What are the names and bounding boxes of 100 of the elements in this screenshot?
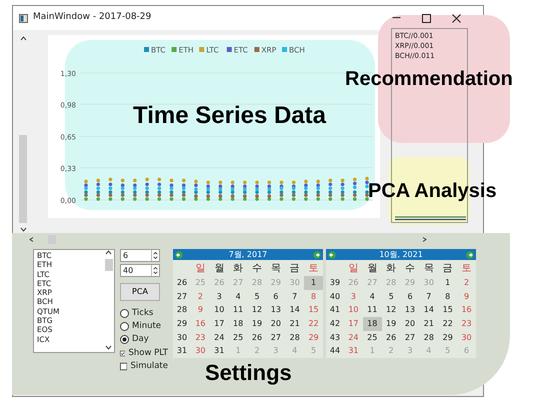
scroll-down-icon[interactable] (105, 345, 112, 350)
calendar-day[interactable]: 15 (438, 303, 458, 318)
calendar-day[interactable]: 14 (419, 303, 438, 318)
next-month-button[interactable] (312, 250, 321, 258)
calendar-day[interactable]: 16 (191, 317, 210, 331)
calendar-day[interactable]: 13 (400, 303, 420, 318)
calendar-day[interactable]: 29 (304, 330, 323, 344)
scroll-right-icon[interactable] (421, 236, 428, 242)
scrollbar-thumb[interactable] (19, 135, 27, 223)
calendar-day[interactable]: 22 (438, 317, 458, 331)
calendar-day[interactable]: 5 (248, 290, 266, 304)
calendar-day[interactable]: 23 (457, 317, 476, 331)
calendar-day[interactable]: 5 (382, 290, 401, 304)
spin-arrows-icon[interactable] (151, 250, 159, 261)
calendar-day[interactable]: 6 (266, 290, 286, 304)
checkbox-label: Simulate (130, 360, 168, 373)
calendar-day[interactable]: 16 (457, 303, 476, 318)
calendar-day[interactable]: 27 (400, 330, 420, 344)
calendar-day[interactable]: 1 (438, 276, 458, 290)
calendar-day[interactable]: 9 (457, 290, 476, 304)
calendar-day[interactable]: 30 (191, 344, 210, 358)
calendar-day[interactable]: 3 (344, 290, 363, 304)
scrollbar-thumb[interactable] (104, 259, 112, 271)
spin-box[interactable]: 6 (120, 249, 160, 262)
calendar-day[interactable]: 10 (210, 303, 229, 318)
calendar-day[interactable]: 29 (438, 330, 458, 344)
week-number: 26 (176, 276, 188, 289)
maximize-icon (422, 14, 430, 22)
calendar-day[interactable]: 4 (228, 290, 248, 304)
calendar-day[interactable]: 7 (419, 290, 438, 304)
spin-arrows-icon[interactable] (151, 265, 159, 276)
calendar-day[interactable]: 14 (285, 303, 304, 318)
close-icon (452, 14, 460, 22)
calendar-day[interactable]: 12 (382, 303, 401, 318)
app-icon (19, 14, 28, 22)
calendar-day[interactable]: 24 (210, 330, 229, 344)
calendar-day[interactable]: 9 (191, 303, 210, 318)
annotation-label: Recommendation (345, 67, 513, 92)
calendar-day[interactable]: 17 (344, 317, 363, 331)
weekday-label: 월 (366, 262, 378, 276)
calendar-day[interactable]: 17 (210, 317, 229, 331)
calendar-day[interactable]: 7 (285, 290, 304, 304)
calendar-day[interactable]: 13 (266, 303, 286, 318)
annotation-label: Time Series Data (133, 101, 326, 131)
next-month-button[interactable] (466, 250, 474, 258)
scroll-down-icon[interactable] (20, 227, 26, 232)
calendar-day[interactable]: 11 (228, 303, 248, 318)
scroll-left-icon[interactable] (29, 236, 36, 242)
annotation-label: Settings (205, 359, 292, 387)
calendar-day[interactable]: 15 (304, 303, 323, 318)
calendar-day[interactable]: 2 (457, 276, 476, 290)
calendar-day[interactable]: 4 (362, 290, 382, 304)
calendar-day[interactable]: 25 (362, 330, 382, 344)
calendar-day[interactable]: 27 (266, 330, 286, 344)
calendar-day[interactable]: 1 (304, 276, 323, 290)
calendar-day[interactable]: 20 (400, 317, 420, 331)
spin-box[interactable]: 40 (120, 264, 160, 277)
calendar-day[interactable]: 26 (382, 330, 401, 344)
week-number: 41 (328, 304, 342, 316)
radio-button[interactable] (120, 322, 129, 331)
calendar-day[interactable]: 2 (191, 290, 210, 304)
checkbox[interactable] (120, 362, 128, 371)
calendar-day[interactable]: 20 (266, 317, 286, 331)
calendar-day[interactable]: 31 (210, 344, 229, 358)
calendar-day[interactable]: 18 (228, 317, 248, 331)
calendar-day[interactable]: 11 (362, 303, 382, 318)
calendar-day[interactable]: 19 (382, 317, 401, 331)
calendar-day[interactable]: 21 (419, 317, 438, 331)
week-number: 31 (176, 345, 188, 358)
calendar-day[interactable]: 3 (210, 290, 229, 304)
calendar-day[interactable]: 24 (344, 330, 363, 344)
calendar-day[interactable]: 19 (248, 317, 266, 331)
calendar-day[interactable]: 28 (285, 330, 304, 344)
calendar-day[interactable]: 21 (285, 317, 304, 331)
checkbox[interactable] (120, 349, 126, 358)
calendar-day[interactable]: 28 (419, 330, 438, 344)
calendar-day[interactable]: 12 (248, 303, 266, 318)
previous-month-button[interactable] (175, 250, 183, 258)
weekday-label: 토 (308, 262, 320, 276)
scroll-up-icon[interactable] (20, 36, 26, 41)
week-number: 43 (328, 332, 342, 344)
calendar-day[interactable]: 8 (438, 290, 458, 304)
calendar-day[interactable]: 18 (362, 317, 382, 331)
scroll-up-icon[interactable] (105, 250, 112, 255)
previous-month-button[interactable] (328, 250, 336, 258)
calendar-day[interactable]: 25 (228, 330, 248, 344)
calendar-day[interactable]: 22 (304, 317, 323, 331)
calendar-day[interactable]: 26 (248, 330, 266, 344)
calendar-day[interactable]: 31 (344, 344, 363, 358)
calendar-day[interactable]: 10 (344, 303, 363, 318)
calendar-day[interactable]: 6 (400, 290, 420, 304)
calendar-day[interactable]: 23 (191, 330, 210, 344)
radio-button[interactable] (120, 309, 129, 318)
pca-button[interactable]: PCA (120, 283, 160, 301)
calendar-day[interactable]: 30 (457, 330, 476, 344)
calendar-day[interactable]: 8 (304, 290, 323, 304)
radio-button[interactable] (120, 335, 129, 344)
radio-label: Ticks (132, 307, 154, 320)
weekday-label: 목 (270, 262, 282, 276)
weekday-label: 금 (442, 262, 454, 276)
